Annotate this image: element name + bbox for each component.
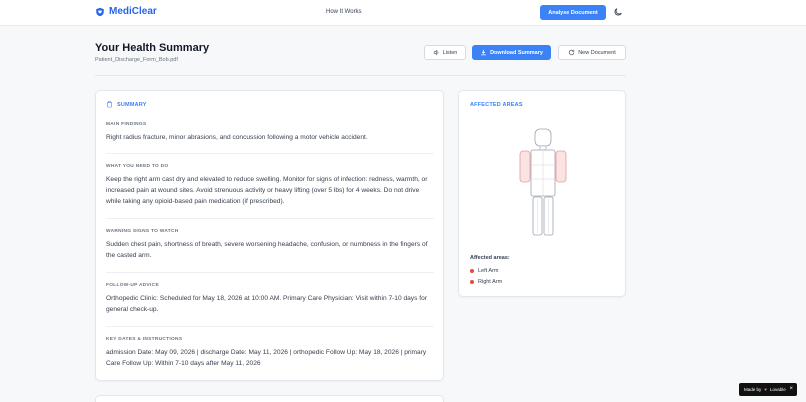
affected-area-label: Right Arm: [478, 279, 503, 285]
listen-label: Listen: [442, 49, 458, 56]
refresh-icon: [569, 49, 575, 56]
made-by-brand: Lovable: [769, 387, 786, 392]
section-text: admission Date: May 09, 2026 | discharge…: [106, 349, 427, 367]
section-title: FOLLOW-UP ADVICE: [106, 283, 159, 288]
what-you-need-section: WHAT YOU NEED TO DO Keep the right arm c…: [106, 164, 434, 207]
new-document-label: New Document: [578, 49, 616, 56]
next-card: [95, 395, 444, 402]
affected-areas-subheading: Affected areas:: [470, 255, 510, 261]
red-dot-icon: [470, 280, 474, 284]
download-icon: [481, 49, 486, 56]
section-text: Keep the right arm cast dry and elevated…: [106, 176, 428, 205]
header-divider: [95, 75, 626, 76]
section-divider: [106, 218, 434, 219]
section-text: Right radius fracture, minor abrasions, …: [106, 134, 368, 141]
top-navbar: MediClear How It Works Analyse Document: [0, 0, 806, 26]
summary-heading: SUMMARY: [106, 101, 147, 108]
section-text: Orthopedic Clinic: Scheduled for May 18,…: [106, 295, 427, 313]
affected-area-item: Left Arm: [470, 268, 498, 274]
moon-icon[interactable]: [613, 7, 623, 17]
body-neck: [539, 145, 547, 151]
main-findings-section: MAIN FINDINGS Right radius fracture, min…: [106, 122, 434, 143]
page-title: Your Health Summary: [95, 42, 210, 54]
warning-signs-section: WARNING SIGNS TO WATCH Sudden chest pain…: [106, 229, 434, 261]
heart-shield-icon: [96, 7, 104, 16]
clipboard-icon: [107, 101, 112, 108]
body-left-arm: [519, 150, 531, 183]
made-by-badge[interactable]: Made by ♥ Lovable ×: [739, 383, 797, 396]
section-title: WARNING SIGNS TO WATCH: [106, 229, 179, 234]
affected-area-label: Left Arm: [478, 268, 499, 274]
download-summary-button[interactable]: Download Summary: [472, 45, 551, 60]
affected-areas-title: AFFECTED AREAS: [470, 102, 523, 108]
section-text: Sudden chest pain, shortness of breath, …: [106, 241, 428, 259]
brand-logo[interactable]: MediClear: [95, 6, 157, 17]
brand-name: MediClear: [109, 6, 157, 17]
section-title: KEY DATES & INSTRUCTIONS: [106, 337, 183, 342]
affected-area-item: Right Arm: [470, 279, 502, 285]
section-divider: [106, 153, 434, 154]
summary-title: SUMMARY: [117, 101, 147, 108]
summary-card: SUMMARY MAIN FINDINGS Right radius fract…: [95, 90, 444, 381]
how-it-works-link[interactable]: How It Works: [326, 9, 362, 15]
body-head: [534, 128, 552, 147]
listen-button[interactable]: Listen: [424, 45, 466, 60]
affected-areas-card: AFFECTED AREAS Affected areas: Left Arm …: [458, 90, 626, 297]
section-title: MAIN FINDINGS: [106, 122, 147, 127]
section-divider: [106, 326, 434, 327]
heart-icon: ♥: [764, 387, 767, 392]
key-dates-section: KEY DATES & INSTRUCTIONS admission Date:…: [106, 337, 434, 369]
section-title: WHAT YOU NEED TO DO: [106, 164, 169, 169]
red-dot-icon: [470, 269, 474, 273]
download-label: Download Summary: [490, 49, 543, 56]
section-divider: [106, 272, 434, 273]
close-icon[interactable]: ×: [789, 386, 793, 392]
body-right-arm: [555, 150, 567, 183]
made-by-label: Made by: [744, 387, 762, 392]
document-filename: Patient_Discharge_Form_Bob.pdf: [95, 57, 178, 63]
new-document-button[interactable]: New Document: [558, 45, 626, 60]
body-diagram: [519, 128, 567, 236]
analyse-document-button[interactable]: Analyse Document: [540, 5, 606, 20]
follow-up-section: FOLLOW-UP ADVICE Orthopedic Clinic: Sche…: [106, 283, 434, 315]
speaker-icon: [433, 49, 438, 56]
